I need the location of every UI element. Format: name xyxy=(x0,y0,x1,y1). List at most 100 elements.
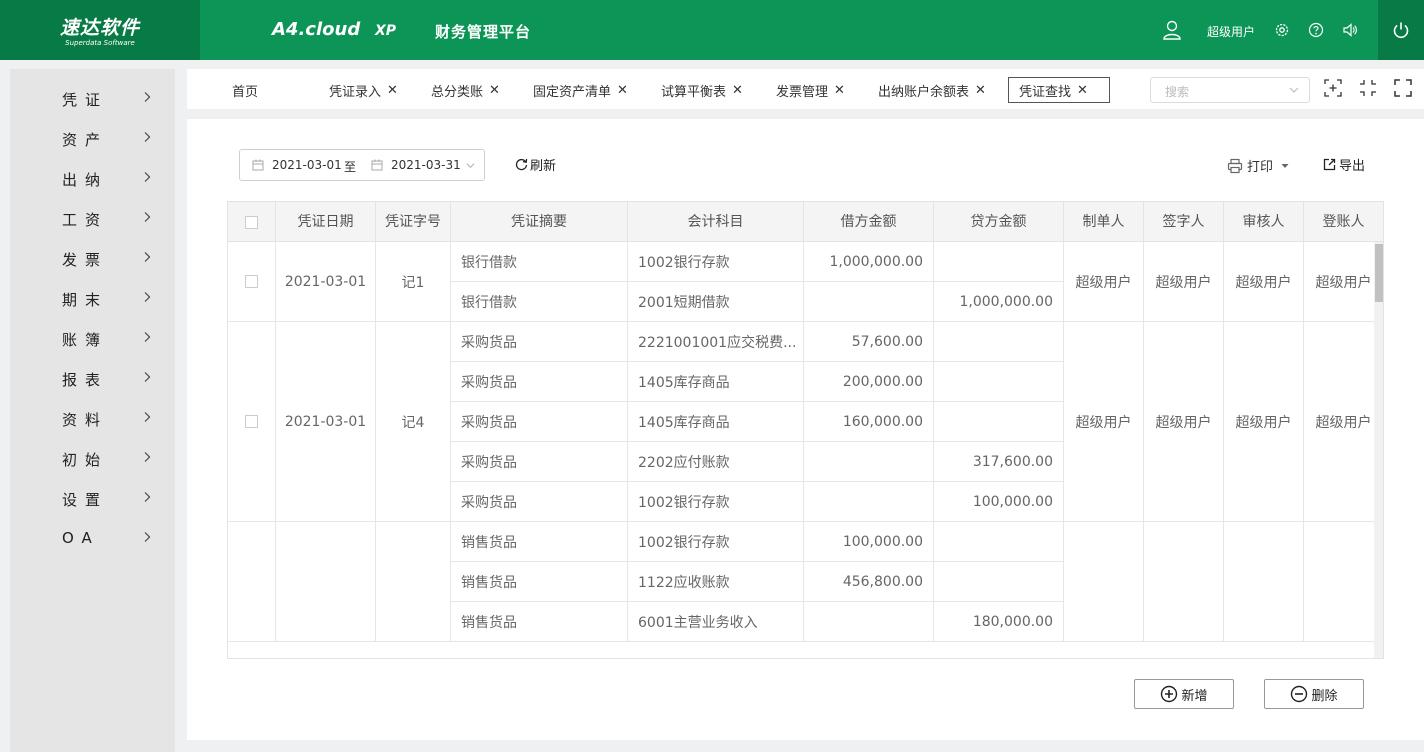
print-label: 打印 xyxy=(1247,160,1274,175)
tab-cashier-balance[interactable]: 出纳账户余额表 ✕ xyxy=(878,77,986,103)
voucher-summary: 销售货品 xyxy=(451,522,628,562)
column-header[interactable]: 会计科目 xyxy=(628,202,804,242)
date-to[interactable]: 2021-03-31 xyxy=(391,158,461,172)
tab-bar: 首页 凭证录入 ✕ 总分类账 ✕ 固定资产清单 ✕ 试算平衡表 ✕ 发票管理 ✕ 出纳账户… xyxy=(187,69,1424,109)
row-checkbox[interactable] xyxy=(245,275,258,288)
sidebar-item-init[interactable]: 初始 xyxy=(10,438,175,478)
tab-general-ledger[interactable]: 总分类账 ✕ xyxy=(431,77,500,103)
debit-amount: 456,800.00 xyxy=(804,562,934,602)
exit-fullscreen-icon[interactable] xyxy=(1359,79,1377,97)
select-all-checkbox[interactable] xyxy=(245,215,258,229)
help-icon[interactable] xyxy=(1308,22,1324,38)
column-header[interactable]: 审核人 xyxy=(1224,202,1304,242)
search-input[interactable]: 搜索 xyxy=(1150,77,1310,103)
sidebar-nav: 凭证 资产 出纳 工资 发票 期末 账簿 报表 资料 初始 设置 OA xyxy=(10,69,175,752)
close-icon[interactable]: ✕ xyxy=(387,83,398,98)
signer-name: 超级用户 xyxy=(1144,322,1224,522)
speaker-icon[interactable] xyxy=(1342,22,1358,38)
auditor-name: 超级用户 xyxy=(1224,322,1304,522)
logo-subtitle: Superdata Software xyxy=(65,39,135,47)
account-subject: 1122应收账款 xyxy=(628,562,804,602)
scrollbar-thumb[interactable] xyxy=(1375,244,1383,302)
sidebar-item-oa[interactable]: OA xyxy=(10,518,175,558)
close-icon[interactable]: ✕ xyxy=(834,83,845,98)
sidebar-item-payroll[interactable]: 工资 xyxy=(10,198,175,238)
voucher-summary: 采购货品 xyxy=(451,442,628,482)
debit-amount: 1,000,000.00 xyxy=(804,242,934,282)
sidebar-item-label: 初始 xyxy=(62,451,109,469)
search-placeholder: 搜索 xyxy=(1165,85,1190,99)
debit-amount: 57,600.00 xyxy=(804,322,934,362)
column-header[interactable]: 借方金额 xyxy=(804,202,934,242)
sidebar-item-data[interactable]: 资料 xyxy=(10,398,175,438)
add-tab-icon[interactable] xyxy=(1324,79,1342,97)
close-icon[interactable]: ✕ xyxy=(617,83,628,98)
chevron-right-icon xyxy=(144,412,151,422)
delete-button[interactable]: 删除 xyxy=(1264,679,1364,709)
tab-voucher-search[interactable]: 凭证查找 ✕ xyxy=(1008,77,1110,103)
row-checkbox[interactable] xyxy=(245,415,258,428)
tab-trial-balance[interactable]: 试算平衡表 ✕ xyxy=(661,77,743,103)
credit-amount xyxy=(934,402,1064,442)
print-button[interactable]: 打印 xyxy=(1227,156,1289,175)
close-icon[interactable]: ✕ xyxy=(732,83,743,98)
tab-invoice-management[interactable]: 发票管理 ✕ xyxy=(776,77,845,103)
gear-icon[interactable] xyxy=(1274,22,1290,38)
row-select-cell xyxy=(228,522,276,642)
logout-button[interactable] xyxy=(1378,0,1424,60)
column-header[interactable]: 制单人 xyxy=(1064,202,1144,242)
chevron-right-icon xyxy=(144,132,151,142)
calendar-icon xyxy=(371,159,383,171)
account-subject: 1405库存商品 xyxy=(628,402,804,442)
sidebar-item-ledger[interactable]: 账簿 xyxy=(10,318,175,358)
current-user[interactable]: 超级用户 xyxy=(1207,23,1255,40)
fullscreen-icon[interactable] xyxy=(1394,79,1412,97)
sidebar-item-reports[interactable]: 报表 xyxy=(10,358,175,398)
voucher-date: 2021-03-01 xyxy=(276,242,376,322)
column-header[interactable]: 登账人 xyxy=(1304,202,1383,242)
voucher-date xyxy=(276,522,376,642)
column-header[interactable]: 凭证摘要 xyxy=(451,202,628,242)
close-icon[interactable]: ✕ xyxy=(975,83,986,98)
chevron-right-icon xyxy=(144,172,151,182)
add-button[interactable]: 新增 xyxy=(1134,679,1234,709)
export-button[interactable]: 导出 xyxy=(1323,155,1365,174)
voucher-summary: 采购货品 xyxy=(451,402,628,442)
product-edition: XP xyxy=(375,23,397,39)
sidebar-item-voucher[interactable]: 凭证 xyxy=(10,78,175,118)
poster-name: 超级用户 xyxy=(1304,242,1374,322)
account-subject: 1405库存商品 xyxy=(628,362,804,402)
credit-amount: 180,000.00 xyxy=(934,602,1064,642)
refresh-label: 刷新 xyxy=(530,159,557,174)
chevron-right-icon xyxy=(144,92,151,102)
sidebar-item-assets[interactable]: 资产 xyxy=(10,118,175,158)
sidebar-item-period-end[interactable]: 期末 xyxy=(10,278,175,318)
close-icon[interactable]: ✕ xyxy=(489,83,500,98)
column-header[interactable]: 凭证字号 xyxy=(376,202,451,242)
tab-voucher-entry[interactable]: 凭证录入 ✕ xyxy=(329,77,398,103)
plus-circle-icon xyxy=(1161,685,1178,703)
auditor-name: 超级用户 xyxy=(1224,242,1304,322)
table-scrollbar[interactable] xyxy=(1374,242,1383,658)
date-range-picker[interactable]: 2021-03-01 至 2021-03-31 xyxy=(239,149,485,181)
row-select-cell xyxy=(228,242,276,322)
tab-home[interactable]: 首页 xyxy=(232,77,258,103)
user-icon[interactable] xyxy=(1163,20,1181,40)
sidebar-item-invoice[interactable]: 发票 xyxy=(10,238,175,278)
footer-strip xyxy=(187,740,1424,752)
brand-logo[interactable]: 速达软件 Superdata Software xyxy=(0,0,200,60)
date-from[interactable]: 2021-03-01 xyxy=(272,158,342,172)
refresh-button[interactable]: 刷新 xyxy=(515,155,556,174)
tab-fixed-assets[interactable]: 固定资产清单 ✕ xyxy=(533,77,628,103)
sidebar-item-label: 资产 xyxy=(62,131,109,149)
debit-amount: 160,000.00 xyxy=(804,402,934,442)
sidebar-item-cashier[interactable]: 出纳 xyxy=(10,158,175,198)
close-icon[interactable]: ✕ xyxy=(1077,83,1088,98)
column-header[interactable]: 贷方金额 xyxy=(934,202,1064,242)
table-header: 凭证日期 凭证字号 凭证摘要 会计科目 借方金额 贷方金额 制单人 签字人 审核… xyxy=(228,202,1383,242)
column-header[interactable]: 签字人 xyxy=(1144,202,1224,242)
caret-down-icon xyxy=(1281,163,1289,168)
chevron-down-icon xyxy=(466,163,475,169)
column-header[interactable]: 凭证日期 xyxy=(276,202,376,242)
sidebar-item-settings[interactable]: 设置 xyxy=(10,478,175,518)
